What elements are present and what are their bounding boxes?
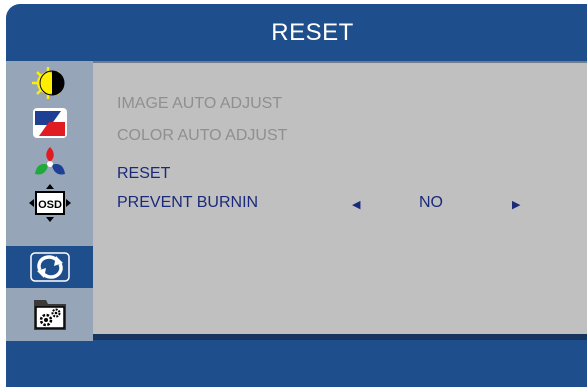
color-icon: [32, 108, 67, 138]
divider: [93, 334, 587, 340]
osd-icon: OSD: [28, 184, 71, 222]
osd-icon-label: OSD: [38, 199, 62, 211]
page-title: RESET: [271, 18, 354, 46]
rgb-icon: [34, 147, 65, 175]
menu-item-prevent-burnin[interactable]: PREVENT BURNIN: [117, 194, 258, 212]
settings-icon: [33, 300, 66, 330]
menu-panel: IMAGE AUTO ADJUST COLOR AUTO ADJUST RESE…: [93, 61, 587, 336]
sidebar-item-settings[interactable]: [6, 293, 93, 333]
menu-item-reset[interactable]: RESET: [117, 165, 170, 183]
sidebar-item-color[interactable]: [6, 103, 93, 143]
right-arrow-icon[interactable]: ▶: [512, 198, 520, 211]
menu-item-image-auto-adjust: IMAGE AUTO ADJUST: [117, 95, 283, 112]
sidebar-item-brightness[interactable]: [6, 63, 93, 103]
brightness-contrast-icon: [31, 67, 64, 99]
sidebar-item-reset[interactable]: [6, 246, 93, 288]
prevent-burnin-value: NO: [419, 194, 443, 211]
reset-icon: [29, 252, 70, 282]
osd-window: RESET OSD IMAGE AUTO ADJUST COLOR AUTO A…: [6, 4, 587, 387]
title-bar: RESET: [6, 4, 587, 61]
left-arrow-icon[interactable]: ◀: [352, 198, 360, 211]
sidebar: OSD: [6, 61, 93, 341]
menu-item-color-auto-adjust: COLOR AUTO ADJUST: [117, 127, 288, 144]
sidebar-item-rgb[interactable]: [6, 143, 93, 183]
sidebar-item-osd[interactable]: OSD: [6, 183, 93, 223]
